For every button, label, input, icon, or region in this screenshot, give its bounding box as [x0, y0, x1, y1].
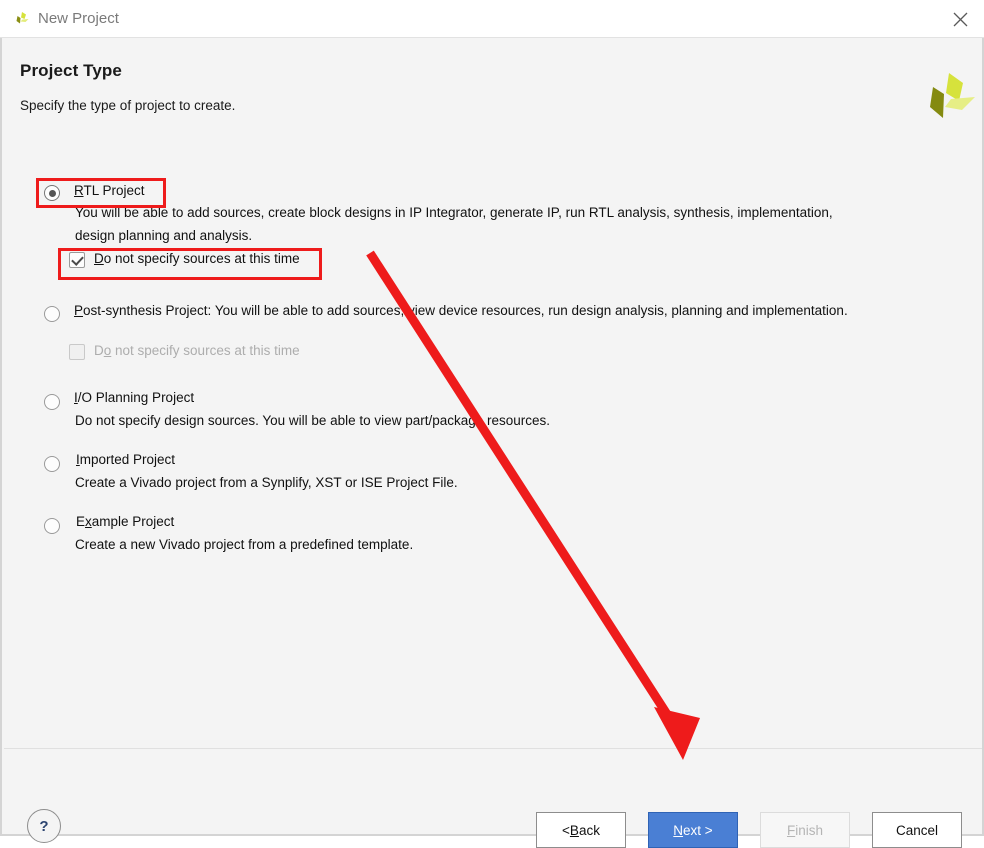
desc-rtl-project-line1: You will be able to add sources, create …: [75, 205, 833, 220]
title-bar: New Project: [0, 0, 984, 38]
label-example-project[interactable]: Example Project: [76, 514, 174, 529]
desc-io-planning-project: Do not specify design sources. You will …: [75, 413, 551, 428]
label-rtl-project[interactable]: RTL Project: [74, 183, 145, 198]
cancel-button[interactable]: Cancel: [872, 812, 962, 848]
label-rtl-project-mnemonic: R: [74, 183, 84, 198]
back-button-post: ack: [578, 822, 600, 838]
label-imported-post: mported Project: [79, 452, 176, 467]
label-do-not-specify-sources[interactable]: Do not specify sources at this time: [94, 251, 300, 266]
label-post-synth-mnemonic: P: [74, 303, 84, 318]
back-button[interactable]: < Back: [536, 812, 626, 848]
new-project-dialog: New Project Project Type Specify the typ…: [0, 0, 984, 848]
cancel-button-pre: Cancel: [895, 822, 939, 838]
finish-button-post: inish: [795, 822, 823, 838]
help-button[interactable]: ?: [27, 809, 61, 843]
label-rtl-project-post: TL Project: [83, 183, 145, 198]
desc-example-project: Create a new Vivado project from a prede…: [75, 537, 414, 552]
vivado-pinwheel-icon: [12, 9, 32, 29]
back-button-pre: <: [562, 822, 570, 838]
radio-example-project[interactable]: [44, 518, 60, 534]
footer-separator: [4, 748, 982, 749]
next-button[interactable]: Next >: [648, 812, 738, 848]
label-io-post: /O Planning Project: [77, 390, 195, 405]
dialog-content: Project Type Specify the type of project…: [0, 38, 984, 848]
radio-rtl-project[interactable]: [44, 185, 60, 201]
checkbox-do-not-specify-sources[interactable]: [69, 252, 85, 268]
radio-imported-project[interactable]: [44, 456, 60, 472]
radio-io-planning-project[interactable]: [44, 394, 60, 410]
label-post-synth-post: ost-synthesis Project: You will be able …: [83, 303, 848, 318]
finish-button: Finish: [760, 812, 850, 848]
desc-rtl-project-line2: design planning and analysis.: [75, 228, 253, 243]
next-button-mnemonic: N: [673, 822, 684, 838]
label-example-pre: E: [76, 514, 86, 529]
window-title: New Project: [38, 10, 119, 27]
label-dnss-post: o not specify sources at this time: [103, 251, 300, 266]
label-dnss-mnemonic: D: [94, 251, 104, 266]
back-button-mnemonic: B: [569, 822, 579, 838]
label-dnss2-post: not specify sources at this time: [111, 343, 300, 358]
label-do-not-specify-sources-disabled: Do not specify sources at this time: [94, 343, 300, 358]
project-type-option-list: RTL Project You will be able to add sour…: [2, 38, 984, 738]
radio-post-synthesis-project[interactable]: [44, 306, 60, 322]
label-example-mnemonic: x: [85, 514, 92, 529]
close-icon[interactable]: [936, 0, 984, 38]
finish-button-mnemonic: F: [786, 822, 796, 838]
checkbox-do-not-specify-sources-disabled: [69, 344, 85, 360]
label-post-synthesis-project[interactable]: Post-synthesis Project: You will be able…: [74, 303, 848, 318]
label-imported-project[interactable]: Imported Project: [76, 452, 175, 467]
desc-imported-project: Create a Vivado project from a Synplify,…: [75, 475, 458, 490]
label-example-post: ample Project: [91, 514, 175, 529]
label-io-planning-project[interactable]: I/O Planning Project: [74, 390, 194, 405]
label-dnss2-pre: D: [94, 343, 104, 358]
next-button-post: ext >: [683, 822, 713, 838]
